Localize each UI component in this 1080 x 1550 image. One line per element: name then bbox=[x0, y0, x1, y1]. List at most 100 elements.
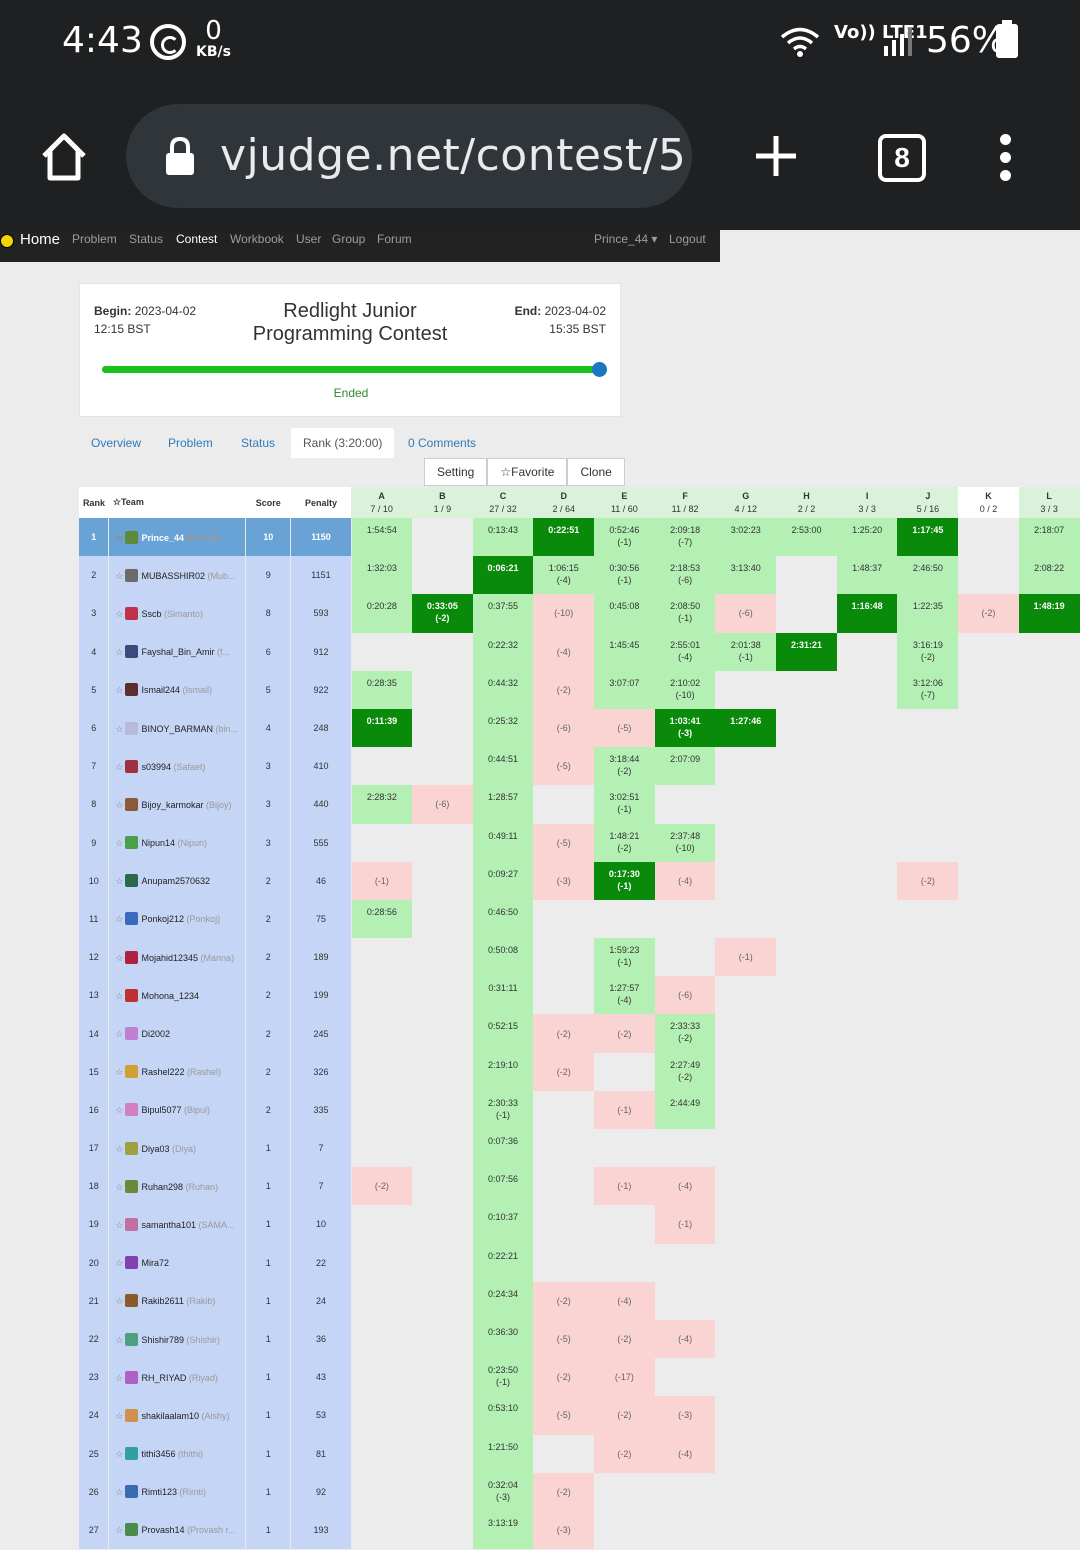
team-cell[interactable]: ☆ Sscb (Simanto) bbox=[108, 594, 247, 633]
team-cell[interactable]: ☆ Shishir789 (Shishir) bbox=[108, 1319, 247, 1359]
star-icon[interactable]: ☆ bbox=[115, 1182, 123, 1192]
problem-cell-d[interactable]: (-2) bbox=[533, 1014, 595, 1053]
star-icon[interactable]: ☆ bbox=[115, 1220, 123, 1230]
tab-switcher-button[interactable]: 8 bbox=[878, 134, 926, 182]
problem-cell-e[interactable]: 3:18:44 (-2) bbox=[594, 747, 655, 786]
team-cell[interactable]: ☆ tithi3456 (thithi) bbox=[108, 1434, 247, 1473]
problem-cell-i[interactable]: 1:25:20 bbox=[836, 518, 898, 557]
problem-header-f[interactable]: F 11 / 82 bbox=[654, 487, 716, 518]
problem-cell-f[interactable]: 2:18:53 (-6) bbox=[654, 556, 716, 595]
problem-cell-f[interactable]: 2:08:50 (-1) bbox=[654, 594, 716, 633]
problem-cell-j[interactable]: 1:17:45 bbox=[897, 518, 959, 557]
problem-header-j[interactable]: J5 / 16 bbox=[897, 487, 959, 518]
team-name[interactable]: Anupam2570632 bbox=[141, 876, 210, 886]
team-cell[interactable]: ☆ Fayshal_Bin_Amir (f... bbox=[108, 632, 247, 671]
problem-cell-d[interactable]: (-3) bbox=[533, 1510, 595, 1550]
problem-cell-e[interactable]: 3:07:07 bbox=[594, 670, 655, 709]
team-cell[interactable]: ☆ Rimti123 (Rimti) bbox=[108, 1472, 247, 1511]
problem-cell-e[interactable]: (-2) bbox=[594, 1396, 655, 1435]
problem-cell-g[interactable]: (-1) bbox=[715, 938, 777, 977]
setting-button[interactable]: Setting bbox=[424, 458, 488, 486]
team-cell[interactable]: ☆ MUBASSHIR02 (Mub... bbox=[108, 556, 247, 595]
problem-cell-c[interactable]: 0:37:55 bbox=[472, 594, 534, 633]
problem-cell-c[interactable]: 2:30:33 (-1) bbox=[472, 1090, 534, 1129]
problem-cell-c[interactable]: 1:21:50 bbox=[472, 1434, 534, 1473]
problem-cell-f[interactable]: 2:27:49 (-2) bbox=[654, 1052, 716, 1091]
home-icon[interactable] bbox=[40, 132, 88, 182]
problem-cell-e[interactable]: 1:27:57 (-4) bbox=[594, 976, 655, 1015]
problem-cell-i[interactable]: 1:16:48 bbox=[836, 594, 898, 633]
team-name[interactable]: BINOY_BARMAN bbox=[141, 724, 213, 734]
nav-contest[interactable]: Contest bbox=[176, 232, 217, 246]
problem-cell-c[interactable]: 0:44:32 bbox=[472, 670, 534, 709]
problem-cell-d[interactable]: 1:06:15 (-4) bbox=[533, 556, 595, 595]
team-cell[interactable]: ☆ Ponkoj212 (Ponkoj) bbox=[108, 899, 247, 939]
problem-header-g[interactable]: G4 / 12 bbox=[715, 487, 777, 518]
problem-cell-f[interactable]: (-4) bbox=[654, 1319, 716, 1359]
team-name[interactable]: Prince_44 bbox=[141, 533, 184, 543]
problem-cell-d[interactable]: 0:22:51 bbox=[533, 518, 595, 557]
star-icon[interactable]: ☆ bbox=[115, 762, 123, 772]
problem-cell-d[interactable]: (-2) bbox=[533, 670, 595, 709]
nav-status[interactable]: Status bbox=[129, 232, 163, 246]
star-icon[interactable]: ☆ bbox=[115, 1449, 123, 1459]
star-icon[interactable]: ☆ bbox=[115, 1258, 123, 1268]
nav-user[interactable]: User bbox=[296, 232, 321, 246]
problem-cell-c[interactable]: 0:31:11 bbox=[472, 976, 534, 1015]
team-cell[interactable]: ☆ Bijoy_karmokar (Bijoy) bbox=[108, 785, 247, 824]
problem-header-c[interactable]: C 27 / 32 bbox=[472, 487, 534, 518]
problem-cell-f[interactable]: 1:03:41 (-3) bbox=[654, 708, 716, 748]
problem-cell-c[interactable]: 0:23:50 (-1) bbox=[472, 1358, 534, 1397]
problem-cell-d[interactable]: (-3) bbox=[533, 861, 595, 900]
problem-header-h[interactable]: H2 / 2 bbox=[776, 487, 837, 518]
team-name[interactable]: Mira72 bbox=[141, 1258, 169, 1268]
problem-cell-f[interactable]: 2:37:48 (-10) bbox=[654, 823, 716, 862]
problem-cell-d[interactable]: (-2) bbox=[533, 1281, 595, 1320]
team-cell[interactable]: ☆ samantha101 (SAMA... bbox=[108, 1205, 247, 1244]
problem-cell-c[interactable]: 0:06:21 bbox=[472, 556, 534, 595]
team-name[interactable]: Bipul5077 bbox=[141, 1105, 181, 1115]
clone-button[interactable]: Clone bbox=[567, 458, 625, 486]
team-name[interactable]: Rimti123 bbox=[141, 1487, 177, 1497]
col-score[interactable]: Score bbox=[245, 487, 291, 518]
team-cell[interactable]: ☆ Anupam2570632 bbox=[108, 861, 247, 900]
team-name[interactable]: RH_RIYAD bbox=[141, 1373, 186, 1383]
problem-cell-a[interactable]: (-1) bbox=[351, 861, 412, 900]
problem-cell-c[interactable]: 2:19:10 bbox=[472, 1052, 534, 1091]
favorite-button[interactable]: ☆Favorite bbox=[487, 458, 568, 486]
problem-cell-h[interactable]: 2:53:00 bbox=[776, 518, 837, 557]
problem-cell-e[interactable]: 1:48:21 (-2) bbox=[594, 823, 655, 862]
team-name[interactable]: Bijoy_karmokar bbox=[141, 800, 203, 810]
problem-cell-c[interactable]: 1:28:57 bbox=[472, 785, 534, 824]
team-cell[interactable]: ☆ Mojahid12345 (Manna) bbox=[108, 938, 247, 977]
problem-cell-c[interactable]: 0:49:11 bbox=[472, 823, 534, 862]
problem-cell-f[interactable]: (-4) bbox=[654, 1434, 716, 1473]
problem-cell-a[interactable]: 0:20:28 bbox=[351, 594, 412, 633]
team-name[interactable]: Shishir789 bbox=[141, 1335, 184, 1345]
team-cell[interactable]: ☆ RH_RIYAD (Riyad) bbox=[108, 1358, 247, 1397]
star-icon[interactable]: ☆ bbox=[115, 953, 123, 963]
tab-problem[interactable]: Problem bbox=[156, 428, 225, 458]
problem-cell-g[interactable]: 3:02:23 bbox=[715, 518, 777, 557]
problem-cell-e[interactable]: (-2) bbox=[594, 1319, 655, 1359]
nav-forum[interactable]: Forum bbox=[377, 232, 412, 246]
problem-cell-d[interactable]: (-5) bbox=[533, 1319, 595, 1359]
address-bar[interactable]: vjudge.net/contest/5 bbox=[126, 104, 692, 208]
team-name[interactable]: Rakib2611 bbox=[141, 1296, 183, 1306]
star-icon[interactable]: ☆ bbox=[115, 1373, 123, 1383]
problem-cell-k[interactable]: (-2) bbox=[958, 594, 1019, 633]
star-icon[interactable]: ☆ bbox=[115, 647, 123, 657]
problem-cell-j[interactable]: 1:22:35 bbox=[897, 594, 959, 633]
problem-cell-f[interactable]: (-4) bbox=[654, 861, 716, 900]
team-name[interactable]: Mohona_1234 bbox=[141, 991, 199, 1001]
team-cell[interactable]: ☆ s03994 (Safaet) bbox=[108, 747, 247, 786]
star-icon[interactable]: ☆ bbox=[115, 1525, 123, 1535]
problem-cell-c[interactable]: 0:24:34 bbox=[472, 1281, 534, 1320]
problem-cell-e[interactable]: (-2) bbox=[594, 1014, 655, 1053]
nav-group[interactable]: Group bbox=[332, 232, 365, 246]
team-name[interactable]: Ruhan298 bbox=[141, 1182, 183, 1192]
team-name[interactable]: Rashel222 bbox=[141, 1067, 184, 1077]
problem-cell-e[interactable]: (-4) bbox=[594, 1281, 655, 1320]
problem-cell-c[interactable]: 0:09:27 bbox=[472, 861, 534, 900]
problem-cell-a[interactable]: 0:28:35 bbox=[351, 670, 412, 709]
